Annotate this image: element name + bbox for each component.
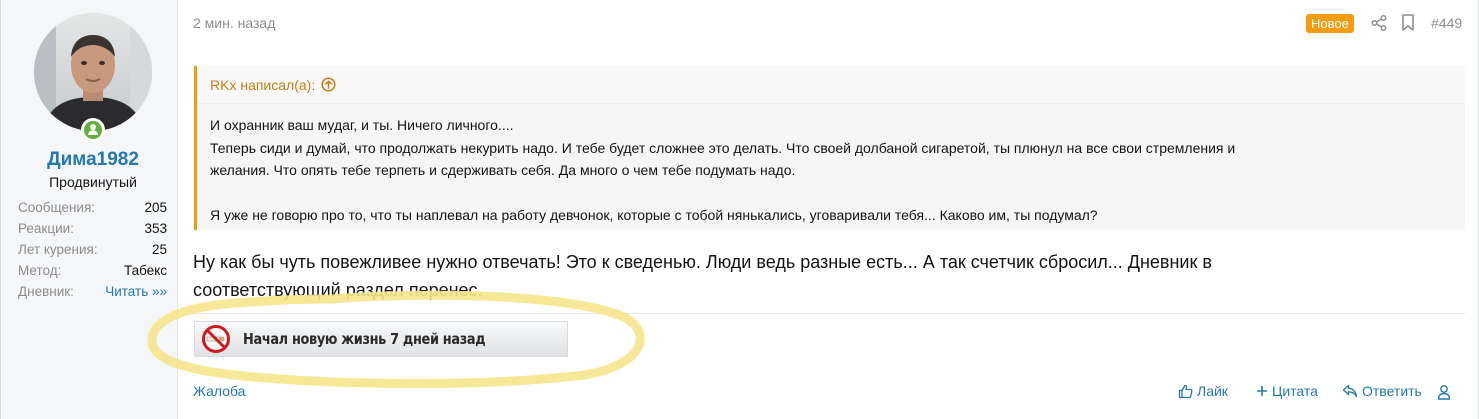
post-number[interactable]: #449 <box>1431 15 1462 31</box>
report-link[interactable]: Жалоба <box>193 383 245 399</box>
avatar[interactable] <box>34 13 152 131</box>
stat-value: 353 <box>144 221 167 236</box>
new-badge: Новое <box>1306 14 1354 33</box>
stat-label: Реакции: <box>18 221 74 236</box>
like-label: Лайк <box>1197 383 1228 399</box>
quote-line: Теперь сиди и думай, что продолжать неку… <box>210 139 1236 156</box>
stat-value: Табекс <box>123 263 167 278</box>
share-icon[interactable] <box>1371 15 1387 31</box>
reply-button[interactable]: Ответить <box>1342 383 1422 399</box>
signature-banner: Начал новую жизнь 7 дней назад <box>194 321 568 357</box>
user-title: Продвинутый <box>49 174 137 190</box>
user-sidebar: Дима1982 Продвинутый Сообщения: 205 Реак… <box>2 0 178 419</box>
quote-line: И охранник ваш мудаг, и ты. Ничего лично… <box>210 117 514 133</box>
reply-icon <box>1342 384 1358 398</box>
stat-method: Метод: Табекс <box>18 260 167 281</box>
user-stats: Сообщения: 205 Реакции: 353 Лет курения:… <box>18 197 167 302</box>
stat-diary: Дневник: Читать »» <box>18 281 167 302</box>
message-line: Ну как бы чуть повежливее нужно отвечать… <box>193 252 1212 272</box>
stat-smoking-years: Лет курения: 25 <box>18 239 167 260</box>
post-actions: Жалоба Лайк Цитата Ответить <box>193 381 1465 403</box>
stat-value: 205 <box>144 200 167 215</box>
username[interactable]: Дима1982 <box>2 149 184 171</box>
message-line: соответствующий раздел перенес. <box>193 280 483 300</box>
signature-text: Начал новую жизнь 7 дней назад <box>243 330 486 348</box>
post-time[interactable]: 2 мин. назад <box>193 15 275 31</box>
quote-line: Я уже не говорю про то, что ты наплевал … <box>210 206 1098 223</box>
stat-label: Дневник: <box>18 284 74 299</box>
stat-label: Метод: <box>18 263 62 278</box>
quote-text: И охранник ваш мудаг, и ты. Ничего лично… <box>210 114 1440 226</box>
post-container: Дима1982 Продвинутый Сообщения: 205 Реак… <box>0 0 1479 419</box>
stat-label: Сообщения: <box>18 200 96 215</box>
quote-header[interactable]: RKx написал(а): <box>197 66 1465 104</box>
diary-read-link[interactable]: Читать »» <box>105 284 167 299</box>
stat-reactions: Реакции: 353 <box>18 218 167 239</box>
online-status-icon <box>81 118 105 142</box>
stat-value: 25 <box>151 242 167 257</box>
no-smoking-icon <box>202 325 230 353</box>
bookmark-icon[interactable] <box>1401 14 1415 31</box>
stat-messages: Сообщения: 205 <box>18 197 167 218</box>
user-icon[interactable] <box>1437 384 1451 400</box>
quote-line: желания. Что опять тебе терпеть и сдержи… <box>210 162 796 178</box>
thumbs-up-icon <box>1178 384 1193 398</box>
message-body: Ну как бы чуть повежливее нужно отвечать… <box>193 248 1433 304</box>
reply-label: Ответить <box>1362 383 1422 399</box>
plus-icon <box>1257 386 1267 396</box>
quote-button[interactable]: Цитата <box>1256 383 1318 399</box>
like-button[interactable]: Лайк <box>1178 383 1228 399</box>
signature-divider <box>193 313 1465 314</box>
stat-label: Лет курения: <box>18 242 98 257</box>
quote-author[interactable]: RKx написал(а): <box>210 77 315 93</box>
quote-block: RKx написал(а): И охранник ваш мудаг, и … <box>194 66 1465 230</box>
go-to-quote-icon[interactable] <box>321 77 336 92</box>
quote-label: Цитата <box>1272 383 1318 399</box>
